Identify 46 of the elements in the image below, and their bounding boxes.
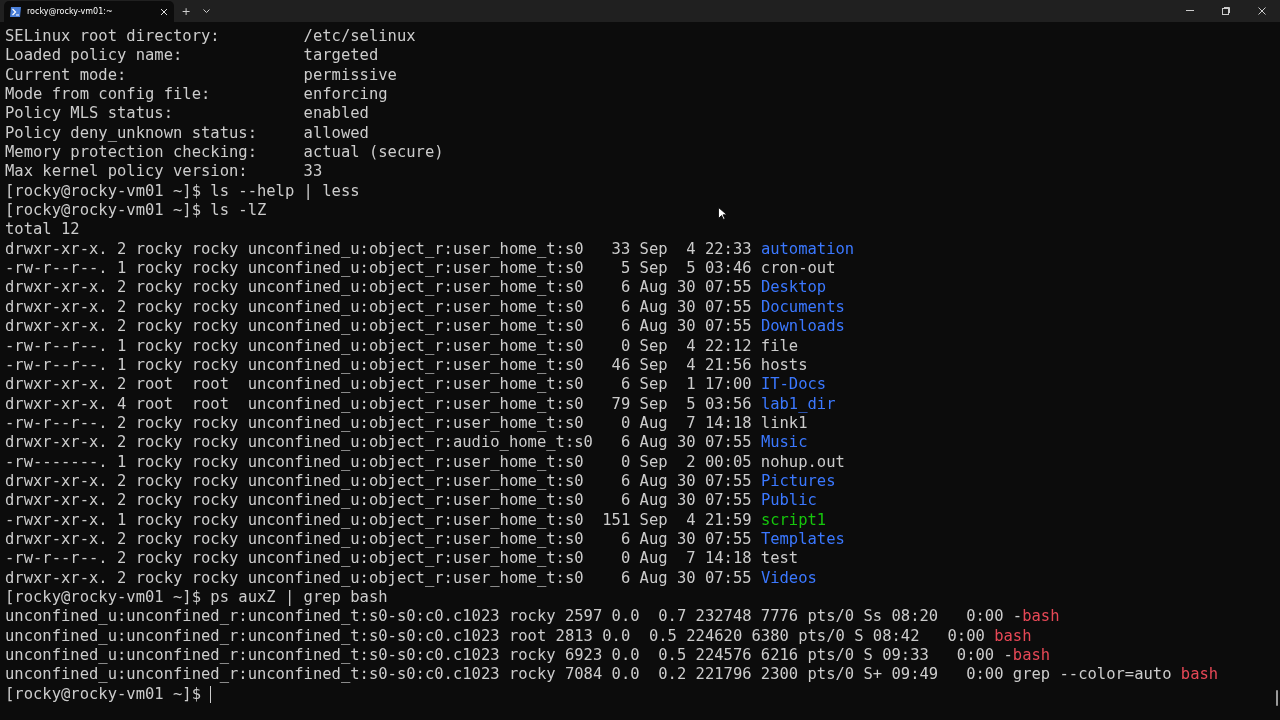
terminal-line: unconfined_u:unconfined_r:unconfined_t:s0-s0:c0.c1023 rocky 6923 0.0 0.5 224576 6216 pts/0 S 09:33 0:00 -bash [5,646,1051,666]
terminal-line: Policy deny_unknown status: allowed [5,123,369,144]
chevron-down-icon [202,8,210,14]
terminal-line: -rw-------. 1 rocky rocky unconfined_u:object_r:user_home_t:s0 0 Sep 2 00:05 nohup.out [5,452,845,472]
terminal-line: drwxr-xr-x. 2 rocky rocky unconfined_u:object_r:user_home_t:s0 6 Aug 30 07:55 Pictures [5,471,836,492]
terminal-line: Loaded policy name: targeted [5,46,379,66]
terminal-line: [rocky@rocky-vm01 ~]$ ls -lZ [5,201,267,221]
terminal-line: drwxr-xr-x. 2 rocky rocky unconfined_u:object_r:user_home_t:s0 6 Aug 30 07:55 Documents [5,297,845,318]
terminal-line: drwxr-xr-x. 2 rocky rocky unconfined_u:object_r:user_home_t:s0 6 Aug 30 07:55 Downloads [5,317,845,337]
terminal-line: -rw-r--r--. 1 rocky rocky unconfined_u:object_r:user_home_t:s0 5 Sep 5 03:46 cron-out [5,259,836,279]
terminal-line: -rw-r--r--. 2 rocky rocky unconfined_u:object_r:user_home_t:s0 0 Aug 7 14:18 link1 [5,413,808,434]
terminal-line: [rocky@rocky-vm01 ~]$ ls --help | less [5,181,360,202]
new-tab-button[interactable]: + [174,0,198,22]
terminal-line: drwxr-xr-x. 2 rocky rocky unconfined_u:object_r:user_home_t:s0 6 Aug 30 07:55 Videos [5,568,817,588]
mouse-pointer-icon [718,207,726,220]
tab-title: rocky@rocky-vm01:~ [27,7,114,16]
terminal-line: -rw-r--r--. 2 rocky rocky unconfined_u:object_r:user_home_t:s0 0 Aug 7 14:18 test [5,549,799,569]
terminal-line: total 12 [5,220,80,240]
powershell-icon [10,6,21,17]
terminal-line: -rwxr-xr-x. 1 rocky rocky unconfined_u:object_r:user_home_t:s0 151 Sep 4 21:59 script1 [5,510,827,530]
restore-icon [1222,7,1230,15]
terminal-line: Memory protection checking: actual (secure) [5,143,444,163]
terminal-line: unconfined_u:unconfined_r:unconfined_t:s0-s0:c0.c1023 rocky 2597 0.0 0.7 232748 7776 pts/0 Ss 08:20 0:00 -bash [5,607,1060,627]
terminal-line: Policy MLS status: enabled [5,104,369,124]
close-icon [1258,7,1266,15]
terminal-line: Current mode: permissive [5,65,397,86]
terminal-line: drwxr-xr-x. 2 root root unconfined_u:object_r:user_home_t:s0 6 Sep 1 17:00 IT-Docs [5,375,827,395]
terminal-line: drwxr-xr-x. 2 rocky rocky unconfined_u:object_r:user_home_t:s0 33 Sep 4 22:33 automation [5,239,855,260]
terminal-line: drwxr-xr-x. 2 rocky rocky unconfined_u:object_r:user_home_t:s0 6 Aug 30 07:55 Public [5,491,817,511]
terminal-line: -rw-r--r--. 1 rocky rocky unconfined_u:object_r:user_home_t:s0 0 Sep 4 22:12 file [5,336,799,356]
terminal-line: drwxr-xr-x. 2 rocky rocky unconfined_u:object_r:user_home_t:s0 6 Aug 30 07:55 Desktop [5,278,827,298]
terminal-tab[interactable]: rocky@rocky-vm01:~ [4,1,174,22]
terminal-line: drwxr-xr-x. 2 rocky rocky unconfined_u:object_r:user_home_t:s0 6 Aug 30 07:55 Templates [5,529,845,550]
close-icon[interactable] [160,7,168,16]
terminal-line: -rw-r--r--. 1 rocky rocky unconfined_u:object_r:user_home_t:s0 46 Sep 4 21:56 hosts [5,355,808,376]
terminal-line: unconfined_u:unconfined_r:unconfined_t:s0-s0:c0.c1023 rocky 7084 0.0 0.2 221796 2300 pts/0 S+ 09:49 0:00 grep --color=auto bash [5,665,1219,685]
terminal-line: drwxr-xr-x. 2 rocky rocky unconfined_u:object_r:audio_home_t:s0 6 Aug 30 07:55 Music [5,433,808,453]
terminal-line: SELinux root directory: /etc/selinux [5,27,416,47]
terminal-line: drwxr-xr-x. 4 root root unconfined_u:object_r:user_home_t:s0 79 Sep 5 03:56 lab1_dir [5,394,836,414]
terminal-line: [rocky@rocky-vm01 ~]$ ps auxZ | grep bash [5,587,388,608]
minimize-icon [1186,10,1194,12]
terminal-line: [rocky@rocky-vm01 ~]$ [5,684,212,705]
terminal-line: Max kernel policy version: 33 [5,162,323,182]
terminal-line: unconfined_u:unconfined_r:unconfined_t:s0-s0:c0.c1023 root 2813 0.0 0.5 224620 6380 pts/0 S 08:42 0:00 bash [5,626,1032,646]
terminal-line: Mode from config file: enforcing [5,85,388,105]
scrollbar-thumb[interactable] [1276,690,1278,706]
